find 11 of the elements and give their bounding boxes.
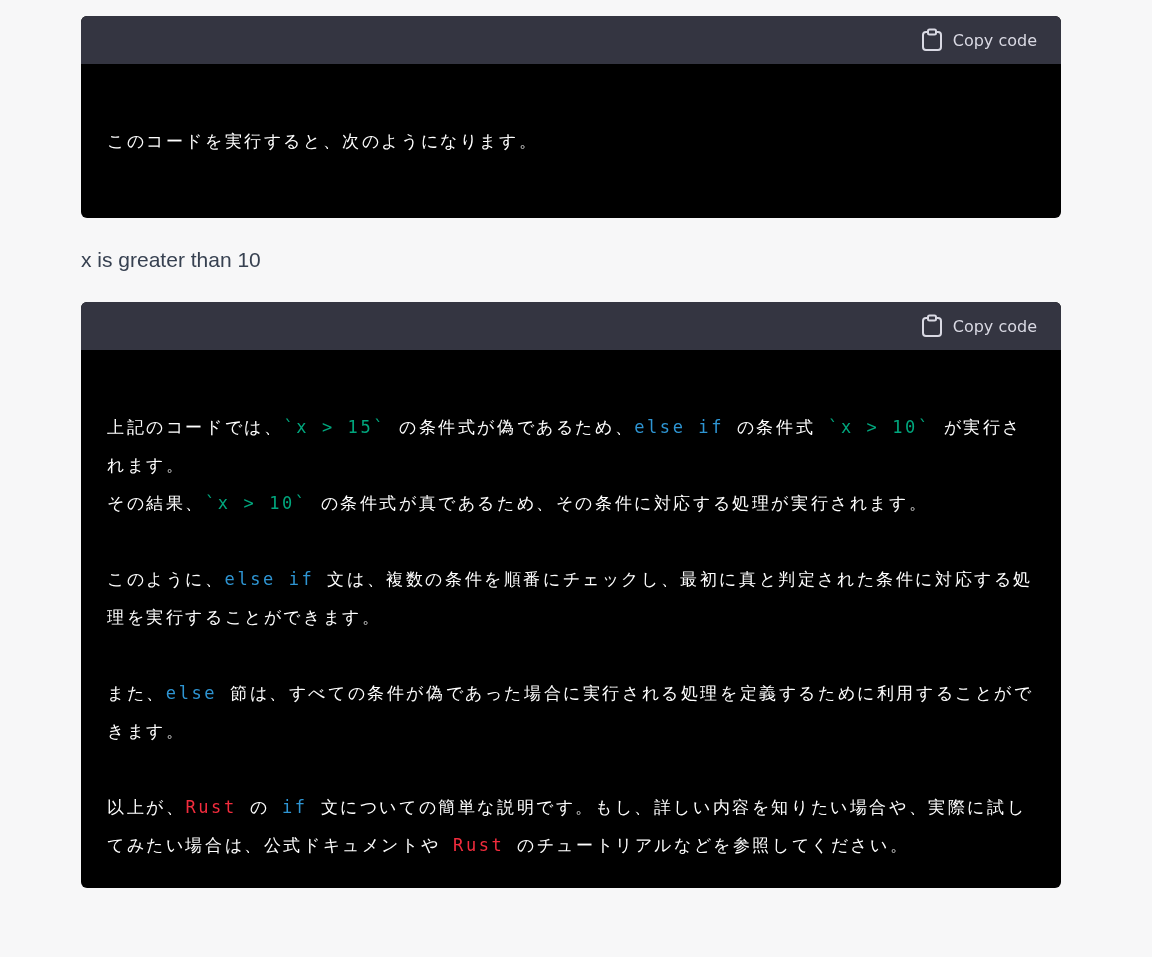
code-text: 上記のコードでは、`x > 15` の条件式が偽であるため、else if の条件式 `x > 10` が実行されます。 — [107, 416, 1023, 477]
code-text: このコードを実行すると、次のようになります。 — [107, 130, 540, 153]
clipboard-icon — [920, 28, 943, 52]
copy-code-button[interactable]: Copy code — [920, 314, 1037, 338]
code-text: このように、else if 文は、複数の条件を順番にチェックし、最初に真と判定された条件に対応する処理を実行することができます。 — [107, 568, 1034, 629]
output-text: x is greater than 10 — [81, 248, 262, 272]
clipboard-icon — [920, 314, 943, 338]
code-text: また、else 節は、すべての条件が偽であった場合に実行される処理を定義するために利用することができます。 — [107, 682, 1035, 743]
code-text: 以上が、Rust の if 文についての簡単な説明です。もし、詳しい内容を知りたい場合や、実際に試してみたい場合は、公式ドキュメントや Rust のチュートリアルなどを参照してください。 — [107, 796, 1028, 857]
copy-code-button[interactable]: Copy code — [920, 28, 1037, 52]
code-text: その結果、`x > 10` の条件式が真であるため、その条件に対応する処理が実行されます。 — [107, 492, 930, 515]
